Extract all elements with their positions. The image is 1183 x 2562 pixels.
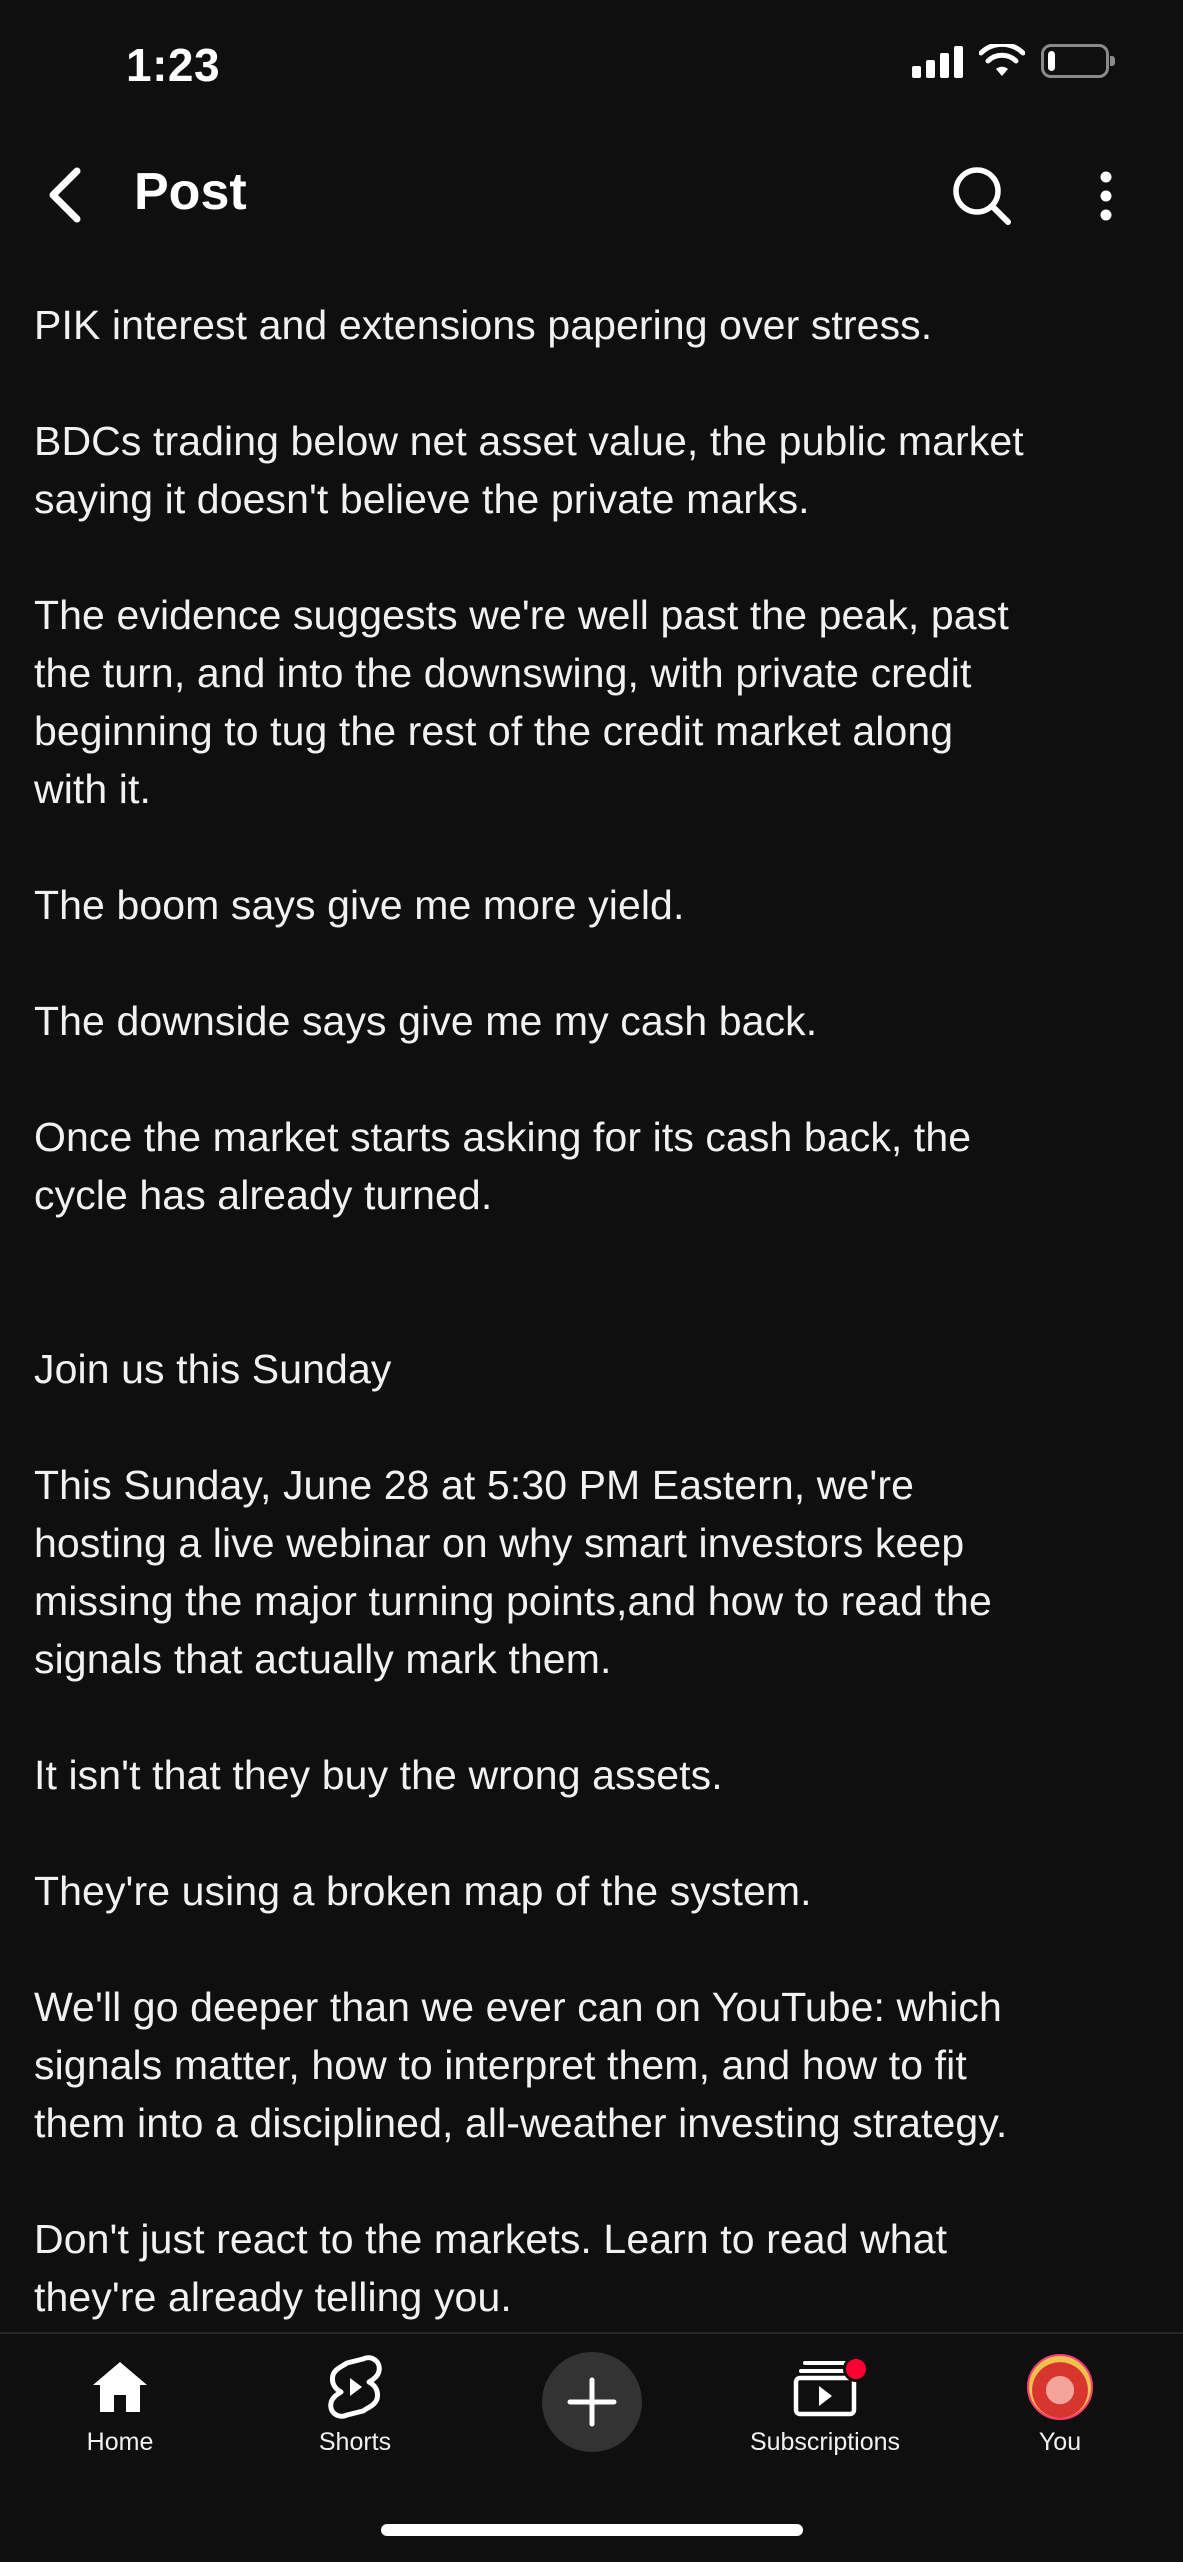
nav-home[interactable]: Home bbox=[20, 2352, 220, 2472]
nav-subscriptions-label: Subscriptions bbox=[749, 2428, 901, 2456]
nav-shorts[interactable]: Shorts bbox=[255, 2352, 455, 2472]
search-icon bbox=[953, 167, 1011, 225]
nav-you[interactable]: You bbox=[960, 2352, 1160, 2472]
post-paragraph: The evidence suggests we're well past th… bbox=[34, 592, 1009, 812]
status-icons bbox=[912, 44, 1115, 78]
nav-home-label: Home bbox=[86, 2428, 154, 2456]
post-content: PIK interest and extensions papering ove… bbox=[34, 296, 1154, 2384]
top-app-bar: Post bbox=[0, 140, 1183, 250]
post-paragraph: It isn't that they buy the wrong assets. bbox=[34, 1752, 723, 1798]
avatar-wrap bbox=[1025, 2352, 1095, 2422]
post-paragraph: This Sunday, June 28 at 5:30 PM Eastern,… bbox=[34, 1462, 992, 1682]
plus-icon bbox=[567, 2377, 617, 2427]
battery-level bbox=[1048, 51, 1055, 71]
back-button[interactable] bbox=[30, 160, 100, 230]
home-indicator bbox=[381, 2524, 803, 2536]
notification-dot bbox=[843, 2356, 869, 2382]
cellular-signal-icon bbox=[912, 44, 963, 78]
post-paragraph: The downside says give me my cash back. bbox=[34, 998, 818, 1044]
nav-subscriptions[interactable]: Subscriptions bbox=[725, 2352, 925, 2472]
post-paragraph: We'll go deeper than we ever can on YouT… bbox=[34, 1984, 1008, 2146]
more-vertical-icon bbox=[1100, 171, 1112, 221]
post-paragraph: Don't just react to the markets. Learn t… bbox=[34, 2216, 948, 2320]
nav-shorts-label: Shorts bbox=[318, 2428, 392, 2456]
post-paragraph: They're using a broken map of the system… bbox=[34, 1868, 812, 1914]
avatar bbox=[1027, 2354, 1093, 2420]
post-paragraph: Join us this Sunday bbox=[34, 1346, 392, 1392]
more-options-button[interactable] bbox=[1086, 158, 1126, 234]
post-paragraph: PIK interest and extensions papering ove… bbox=[34, 302, 933, 348]
status-bar: 1:23 bbox=[0, 0, 1183, 130]
create-button[interactable] bbox=[492, 2352, 692, 2472]
shorts-icon bbox=[320, 2352, 390, 2422]
chevron-left-icon bbox=[49, 167, 81, 223]
post-paragraph: BDCs trading below net asset value, the … bbox=[34, 418, 1024, 522]
search-button[interactable] bbox=[944, 158, 1020, 234]
wifi-icon bbox=[979, 44, 1025, 76]
post-paragraph: Once the market starts asking for its ca… bbox=[34, 1114, 972, 1218]
nav-you-label: You bbox=[1038, 2428, 1082, 2456]
post-paragraph: The boom says give me more yield. bbox=[34, 882, 685, 928]
status-time: 1:23 bbox=[126, 39, 221, 91]
battery-icon bbox=[1041, 44, 1115, 78]
page-title: Post bbox=[134, 163, 247, 221]
home-icon bbox=[85, 2352, 155, 2422]
create-circle bbox=[542, 2352, 642, 2452]
